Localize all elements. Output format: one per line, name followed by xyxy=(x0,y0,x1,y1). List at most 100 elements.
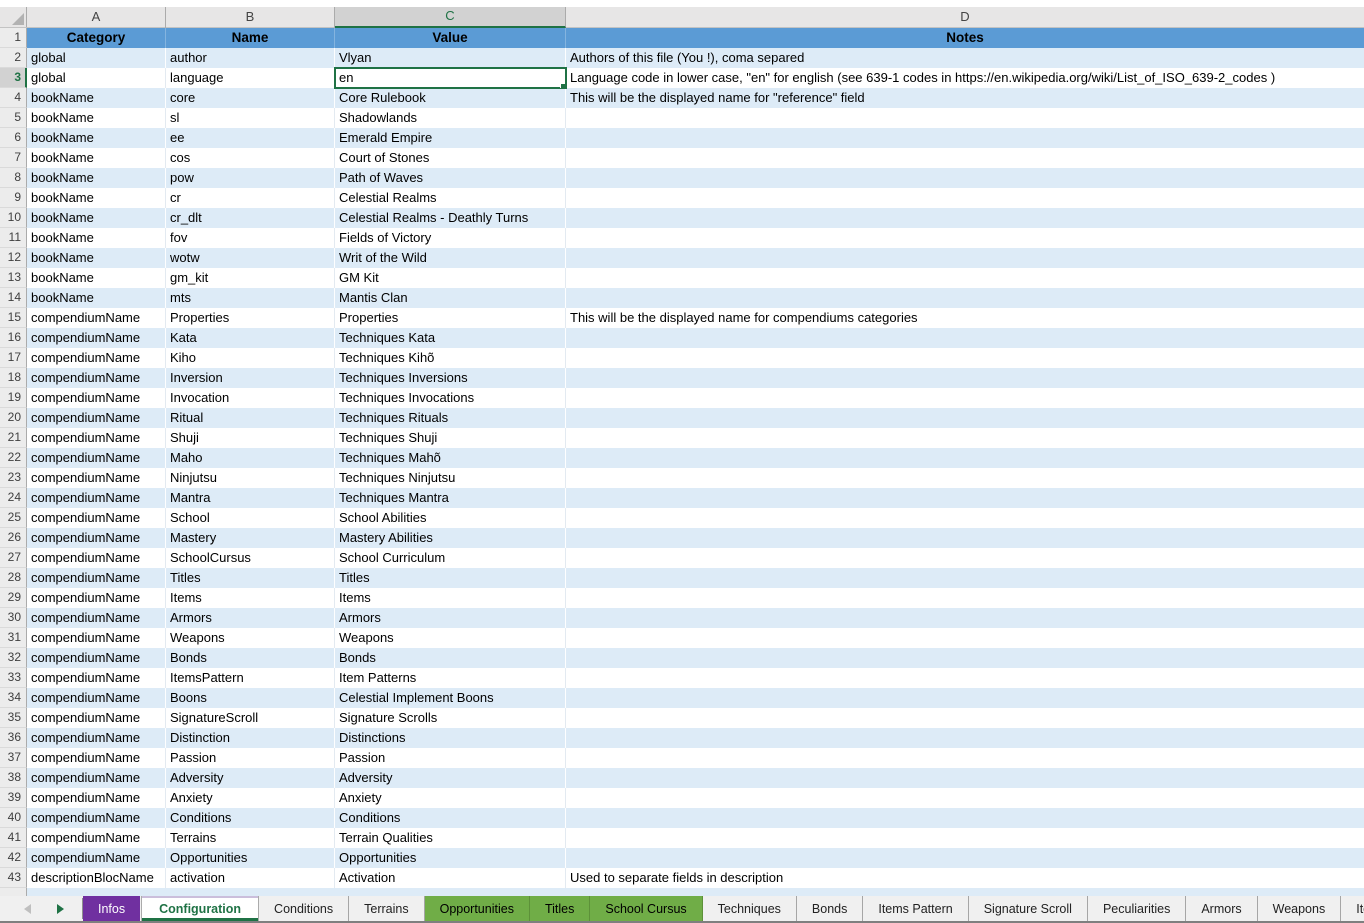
row-header[interactable]: 14 xyxy=(0,288,27,308)
cell[interactable]: global xyxy=(27,68,166,88)
cell[interactable]: Fields of Victory xyxy=(335,228,566,248)
sheet-tab-terrains[interactable]: Terrains xyxy=(349,896,424,921)
row-header[interactable]: 21 xyxy=(0,428,27,448)
cell[interactable]: Celestial Realms - Deathly Turns xyxy=(335,208,566,228)
row-header[interactable]: 6 xyxy=(0,128,27,148)
cell[interactable]: Ninjutsu xyxy=(166,468,335,488)
cell[interactable]: Celestial Implement Boons xyxy=(335,688,566,708)
sheet-tab-armors[interactable]: Armors xyxy=(1186,896,1257,921)
cell[interactable]: Items xyxy=(335,588,566,608)
cell[interactable]: bookName xyxy=(27,88,166,108)
sheet-tab-configuration[interactable]: Configuration xyxy=(141,896,259,921)
cell[interactable]: compendiumName xyxy=(27,528,166,548)
cell[interactable]: Mastery Abilities xyxy=(335,528,566,548)
cell[interactable]: Mastery xyxy=(166,528,335,548)
row-header[interactable]: 20 xyxy=(0,408,27,428)
cell[interactable]: SignatureScroll xyxy=(166,708,335,728)
row-header[interactable]: 11 xyxy=(0,228,27,248)
cell[interactable]: Techniques Ninjutsu xyxy=(335,468,566,488)
cell[interactable]: ee xyxy=(166,128,335,148)
cell[interactable]: Items xyxy=(166,588,335,608)
row-header[interactable]: 30 xyxy=(0,608,27,628)
row-header[interactable]: 24 xyxy=(0,488,27,508)
cell[interactable]: bookName xyxy=(27,268,166,288)
cell[interactable]: ItemsPattern xyxy=(166,668,335,688)
table-header-category[interactable]: Category xyxy=(27,28,166,48)
row-header[interactable]: 41 xyxy=(0,828,27,848)
cell[interactable]: Opportunities xyxy=(166,848,335,868)
cell[interactable]: Inversion xyxy=(166,368,335,388)
cell[interactable]: compendiumName xyxy=(27,668,166,688)
row-header[interactable]: 2 xyxy=(0,48,27,68)
cell[interactable]: Conditions xyxy=(335,808,566,828)
cell[interactable]: compendiumName xyxy=(27,468,166,488)
cell[interactable]: Mantis Clan xyxy=(335,288,566,308)
sheet-tab-items-pattern[interactable]: Items Pattern xyxy=(863,896,968,921)
cell[interactable]: Signature Scrolls xyxy=(335,708,566,728)
cell[interactable]: global xyxy=(27,48,166,68)
sheet-nav-right-icon[interactable] xyxy=(57,904,64,914)
cell[interactable]: sl xyxy=(166,108,335,128)
cell[interactable]: bookName xyxy=(27,148,166,168)
cell[interactable] xyxy=(566,788,1364,808)
sheet-tab-weapons[interactable]: Weapons xyxy=(1258,896,1342,921)
cell[interactable]: pow xyxy=(166,168,335,188)
cell[interactable]: Writ of the Wild xyxy=(335,248,566,268)
cell[interactable]: School Curriculum xyxy=(335,548,566,568)
selected-cell[interactable]: en xyxy=(335,68,566,88)
select-all-corner[interactable] xyxy=(0,7,27,27)
row-header[interactable]: 19 xyxy=(0,388,27,408)
sheet-tab-school-cursus[interactable]: School Cursus xyxy=(590,896,702,921)
cell[interactable]: Language code in lower case, "en" for en… xyxy=(566,68,1364,88)
cell[interactable]: mts xyxy=(166,288,335,308)
row-header[interactable]: 16 xyxy=(0,328,27,348)
cell[interactable]: Adversity xyxy=(335,768,566,788)
row-header[interactable]: 3 xyxy=(0,68,27,88)
cell[interactable]: compendiumName xyxy=(27,448,166,468)
cell[interactable]: Techniques Mahõ xyxy=(335,448,566,468)
row-header[interactable]: 10 xyxy=(0,208,27,228)
cell[interactable]: Item Patterns xyxy=(335,668,566,688)
cell[interactable]: Techniques Kata xyxy=(335,328,566,348)
cell[interactable] xyxy=(566,168,1364,188)
cell[interactable]: Shadowlands xyxy=(335,108,566,128)
row-header[interactable]: 9 xyxy=(0,188,27,208)
cell[interactable]: compendiumName xyxy=(27,488,166,508)
cell[interactable] xyxy=(566,328,1364,348)
cell[interactable]: Kiho xyxy=(166,348,335,368)
row-header[interactable]: 27 xyxy=(0,548,27,568)
cell[interactable]: Conditions xyxy=(166,808,335,828)
cell[interactable]: activation xyxy=(166,868,335,888)
cell[interactable]: Court of Stones xyxy=(335,148,566,168)
row-header[interactable]: 38 xyxy=(0,768,27,788)
row-header[interactable]: 13 xyxy=(0,268,27,288)
cell[interactable]: bookName xyxy=(27,128,166,148)
cell[interactable] xyxy=(566,628,1364,648)
cell[interactable]: compendiumName xyxy=(27,548,166,568)
cell[interactable]: GM Kit xyxy=(335,268,566,288)
cell[interactable] xyxy=(566,228,1364,248)
row-header[interactable]: 12 xyxy=(0,248,27,268)
cell[interactable]: bookName xyxy=(27,108,166,128)
cell[interactable]: compendiumName xyxy=(27,788,166,808)
cell[interactable] xyxy=(566,828,1364,848)
cell[interactable]: compendiumName xyxy=(27,828,166,848)
cell[interactable]: Mantra xyxy=(166,488,335,508)
cell[interactable]: Ritual xyxy=(166,408,335,428)
cell[interactable]: This will be the displayed name for comp… xyxy=(566,308,1364,328)
row-header[interactable]: 36 xyxy=(0,728,27,748)
row-header[interactable]: 23 xyxy=(0,468,27,488)
cell[interactable]: Kata xyxy=(166,328,335,348)
row-header[interactable]: 31 xyxy=(0,628,27,648)
column-header-c[interactable]: C xyxy=(335,7,566,28)
cell[interactable]: Bonds xyxy=(166,648,335,668)
cell[interactable]: Weapons xyxy=(166,628,335,648)
cell[interactable]: compendiumName xyxy=(27,768,166,788)
cell[interactable]: This will be the displayed name for "ref… xyxy=(566,88,1364,108)
table-header-value[interactable]: Value xyxy=(335,28,566,48)
cell[interactable]: gm_kit xyxy=(166,268,335,288)
cell[interactable]: Weapons xyxy=(335,628,566,648)
cell[interactable]: Anxiety xyxy=(335,788,566,808)
cell[interactable]: compendiumName xyxy=(27,348,166,368)
cell[interactable]: Emerald Empire xyxy=(335,128,566,148)
